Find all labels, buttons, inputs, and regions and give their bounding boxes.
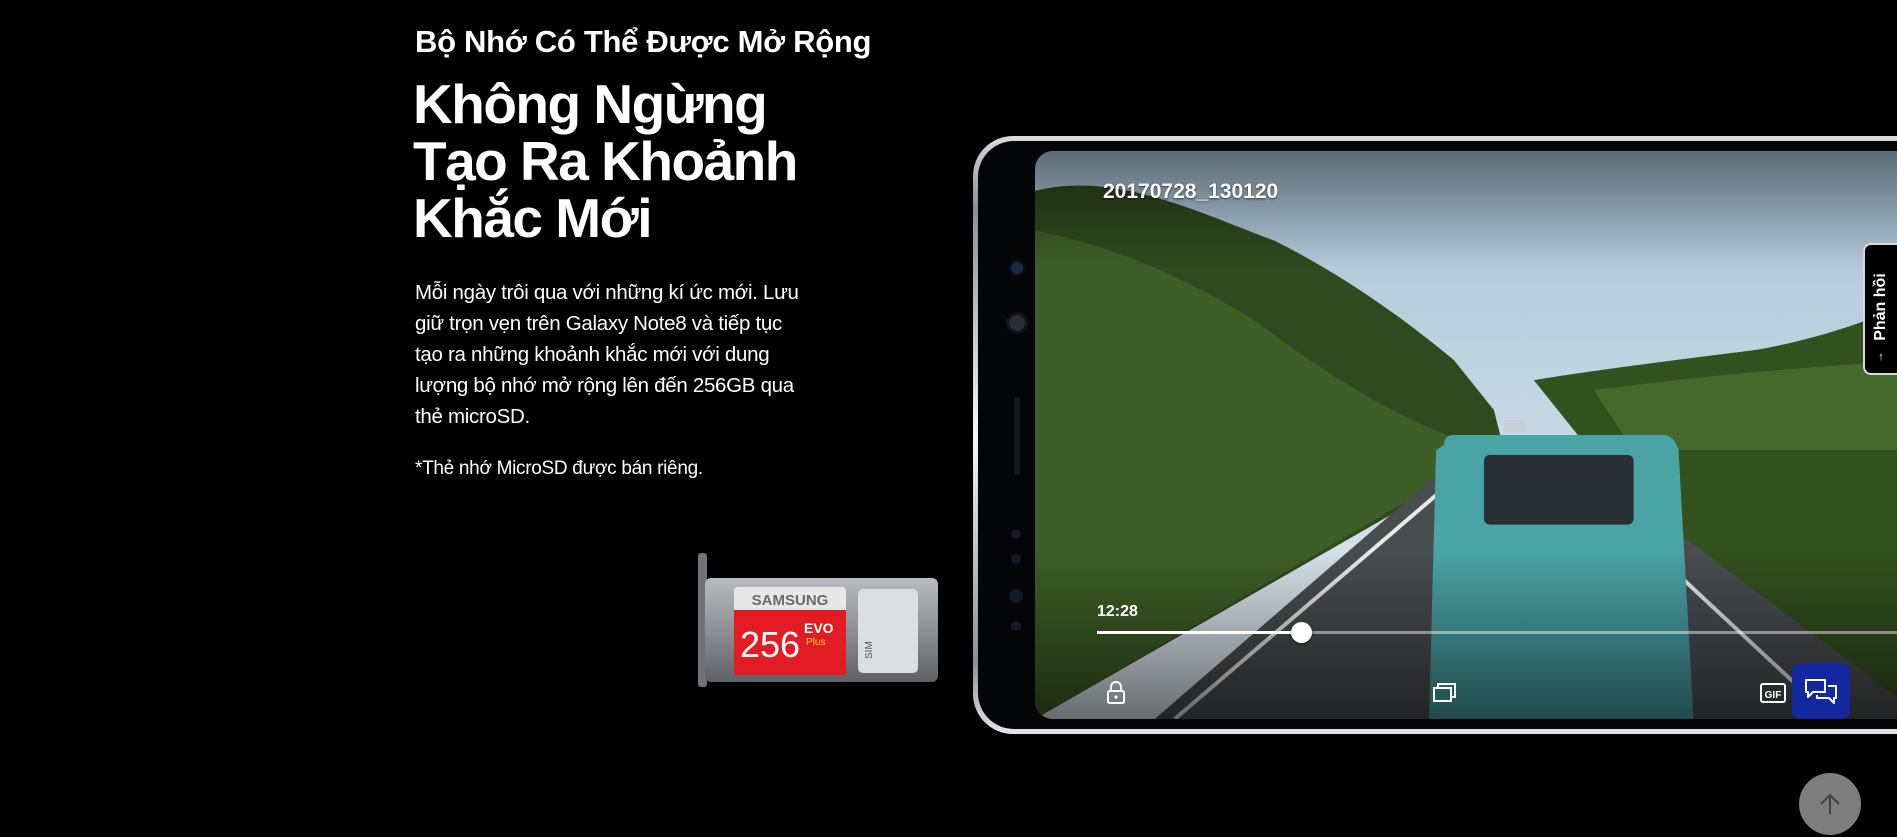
sensor-dot — [1011, 529, 1021, 539]
phone-front: 20170728_130120 12:28 GIF — [978, 141, 1897, 729]
sensor-dot — [1009, 589, 1023, 603]
section-headline: Không Ngừng Tạo Ra Khoảnh Khắc Mới — [413, 76, 833, 247]
section-footnote: *Thẻ nhớ MicroSD được bán riêng. — [415, 458, 703, 479]
description-line: tạo ra những khoảnh khắc mới với dung — [415, 343, 770, 366]
video-screen[interactable]: 20170728_130120 12:28 GIF — [1035, 151, 1897, 719]
elapsed-time: 12:28 — [1097, 603, 1138, 620]
card-sub-text: Plus — [806, 637, 825, 648]
front-camera — [1009, 315, 1025, 331]
earpiece-speaker — [1014, 397, 1020, 475]
card-brand-text: SAMSUNG — [752, 592, 829, 609]
phone-mockup: 20170728_130120 12:28 GIF — [973, 136, 1897, 734]
headline-line: Khắc Mới — [413, 187, 652, 249]
arrow-up-icon: ↑ — [1878, 351, 1884, 363]
headline-line: Tạo Ra Khoảnh — [413, 130, 798, 192]
lock-icon[interactable] — [1102, 679, 1130, 707]
sim-slot — [858, 589, 918, 673]
description-line: giữ trọn vẹn trên Galaxy Note8 và tiếp t… — [415, 312, 782, 335]
seek-bar[interactable] — [1097, 622, 1897, 643]
chat-icon — [1805, 679, 1837, 704]
seek-bar-thumb[interactable] — [1291, 622, 1312, 643]
feedback-tab[interactable]: Phản hồi ↑ — [1863, 243, 1897, 375]
description-line: thẻ microSD. — [415, 405, 530, 428]
iris-sensor — [1011, 262, 1023, 274]
video-filename: 20170728_130120 — [1103, 180, 1279, 203]
scroll-to-top-button[interactable] — [1799, 773, 1861, 835]
gif-icon[interactable]: GIF — [1759, 679, 1787, 707]
chat-button[interactable] — [1792, 663, 1850, 719]
popup-play-icon[interactable] — [1430, 679, 1458, 707]
arrow-up-icon — [1820, 793, 1840, 814]
van-window — [1483, 454, 1634, 525]
top-overlay — [1035, 151, 1897, 271]
seek-bar-progress — [1097, 631, 1301, 634]
sim-slot-label: SIM — [864, 641, 875, 659]
description-line: Mỗi ngày trôi qua với những kí ức mới. L… — [415, 281, 799, 304]
description-line: lượng bộ nhớ mở rộng lên đến 256GB qua — [415, 374, 794, 397]
feedback-label: Phản hồi — [1872, 273, 1889, 341]
section-eyebrow: Bộ Nhớ Có Thể Được Mở Rộng — [415, 24, 872, 59]
card-capacity-text: 256 — [740, 624, 800, 665]
distant-car — [1503, 420, 1526, 433]
svg-text:GIF: GIF — [1765, 690, 1782, 701]
section-description: Mỗi ngày trôi qua với những kí ức mới. L… — [415, 277, 815, 432]
card-line-text: EVO — [804, 620, 834, 636]
sim-tray-image: SAMSUNG 256 EVO Plus SIM — [698, 553, 938, 687]
sensor-dot — [1011, 554, 1021, 564]
headline-line: Không Ngừng — [413, 73, 768, 135]
sensor-dot — [1011, 621, 1021, 631]
